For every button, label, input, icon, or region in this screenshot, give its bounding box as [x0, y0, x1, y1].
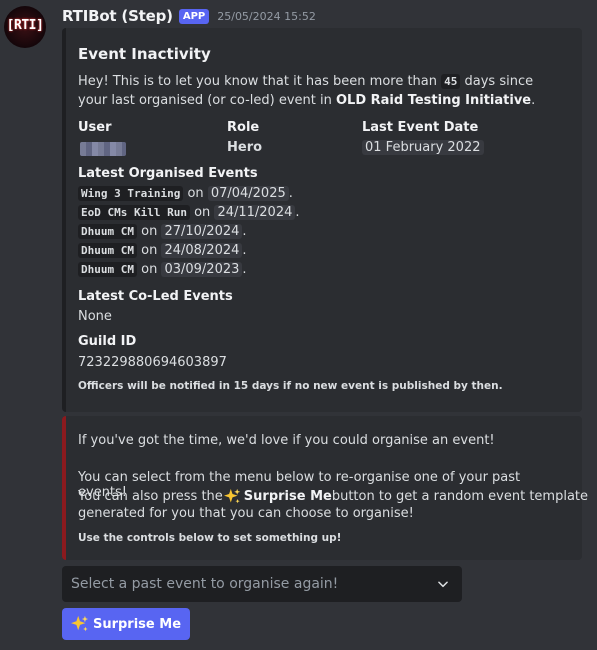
guild-name: OLD Raid Testing Initiative	[335, 93, 532, 108]
officer-notice: Officers will be notified in 15 days if …	[78, 380, 503, 392]
prompt-line-1: If you've got the time, we'd love if you…	[78, 433, 495, 448]
chevron-down-icon[interactable]	[436, 577, 450, 591]
sparkles-icon	[70, 615, 89, 632]
field-last-event-label: Last Event Date	[362, 120, 479, 135]
coled-events-label: Latest Co-Led Events	[78, 289, 233, 304]
days-count: 45	[441, 74, 461, 89]
prompt-line-3: You can also press the Surprise Me butto…	[78, 488, 589, 504]
latest-events-label: Latest Organised Events	[78, 166, 258, 181]
field-last-event-value: 01 February 2022	[362, 140, 484, 155]
organise-prompt-embed: If you've got the time, we'd love if you…	[62, 416, 588, 560]
select-placeholder: Select a past event to organise again!	[71, 576, 339, 592]
embed-title: Event Inactivity	[78, 45, 211, 63]
surprise-me-label: Surprise Me	[92, 616, 182, 632]
surprise-me-mention: Surprise Me	[243, 489, 332, 504]
surprise-me-button[interactable]: Surprise Me	[62, 608, 190, 640]
past-event-select[interactable]: Select a past event to organise again!	[62, 566, 462, 602]
field-user-label: User	[78, 120, 112, 135]
guild-id-label: Guild ID	[78, 334, 137, 349]
prompt-line-4: generated for you that you can choose to…	[78, 506, 414, 521]
list-item: Wing 3 Training on 07/04/2025.	[78, 184, 293, 203]
bot-avatar[interactable]: [RTI]	[4, 6, 46, 48]
list-item: Dhuum CM on 27/10/2024.	[78, 222, 247, 241]
field-role-value: Hero	[227, 140, 263, 155]
list-item: Dhuum CM on 24/08/2024.	[78, 241, 247, 260]
user-mention-redacted[interactable]	[80, 142, 126, 156]
inactivity-embed: Event Inactivity Hey! This is to let you…	[62, 28, 582, 412]
embed-description: Hey! This is to let you know that it has…	[78, 74, 536, 108]
field-role-label: Role	[227, 120, 260, 135]
list-item: EoD CMs Kill Run on 24/11/2024.	[78, 203, 300, 222]
app-badge: APP	[178, 8, 210, 24]
message-timestamp: 25/05/2024 15:52	[217, 9, 316, 23]
latest-events-list: Wing 3 Training on 07/04/2025. EoD CMs K…	[78, 184, 558, 284]
coled-events-value: None	[78, 309, 112, 324]
author-name[interactable]: RTIBot (Step)	[62, 7, 173, 25]
prompt-note: Use the controls below to set something …	[78, 532, 342, 544]
message-header: RTIBot (Step) APP 25/05/2024 15:52	[62, 6, 316, 26]
sparkles-icon	[223, 488, 240, 504]
avatar-logo-text: [RTI]	[6, 18, 44, 33]
guild-id-value: 723229880694603897	[78, 355, 227, 370]
list-item: Dhuum CM on 03/09/2023.	[78, 260, 247, 279]
